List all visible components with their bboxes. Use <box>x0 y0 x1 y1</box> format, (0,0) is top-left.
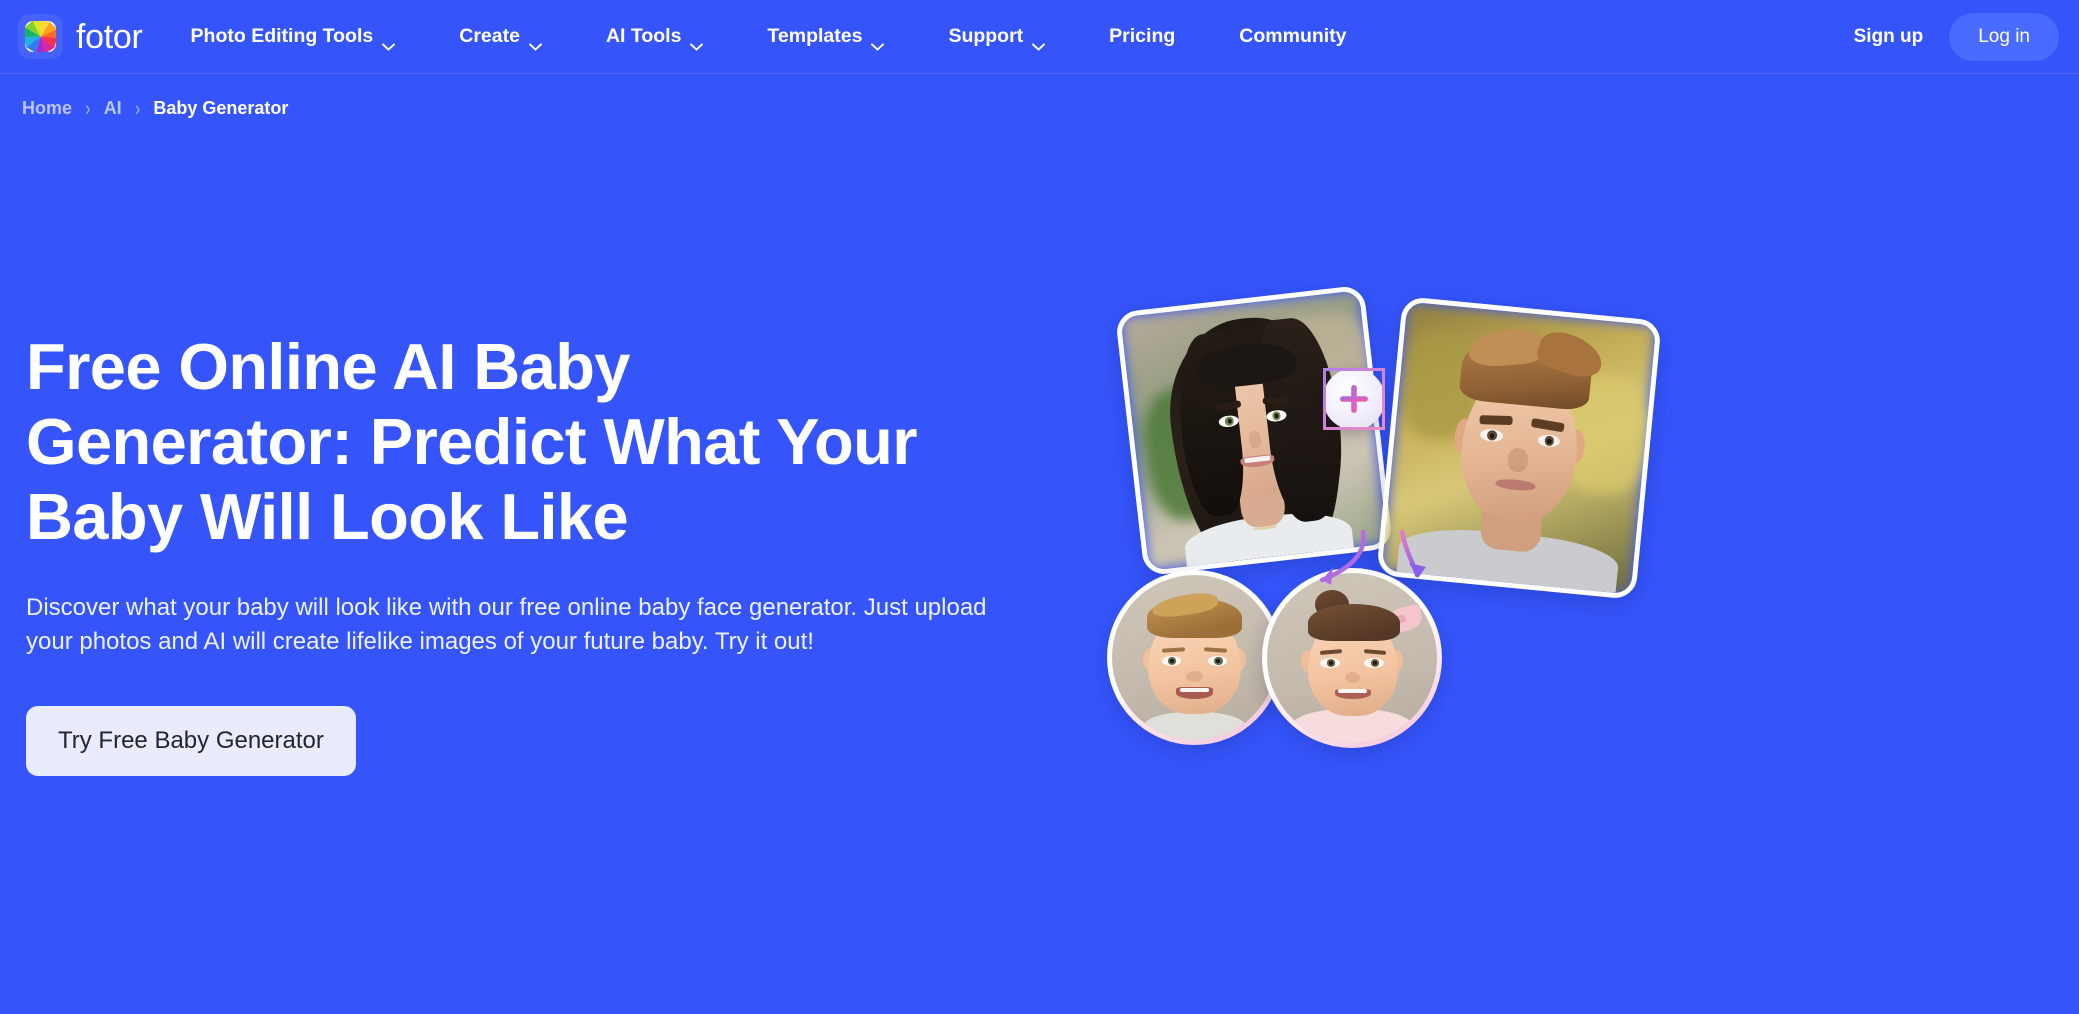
hero-subtitle: Discover what your baby will look like w… <box>26 594 987 656</box>
nav-links: Photo Editing Tools Create AI Tools Temp… <box>190 25 1347 51</box>
chevron-down-icon <box>1032 34 1046 51</box>
plus-icon <box>1323 368 1385 430</box>
baby-girl-photo[interactable] <box>1262 568 1442 748</box>
mother-photo[interactable] <box>1114 284 1394 577</box>
try-free-baby-generator-button[interactable]: Try Free Baby Generator <box>26 706 356 777</box>
nav-item-label: Support <box>948 25 1024 47</box>
nav-account-actions: Sign up Log in <box>1846 0 2059 74</box>
page-title: Free Online AI Baby Generator: Predict W… <box>26 330 918 553</box>
nav-item-label: Templates <box>767 25 863 47</box>
hero-illustration <box>1107 270 1857 970</box>
nav-item-label: Create <box>459 25 520 47</box>
log-in-button[interactable]: Log in <box>1949 13 2059 61</box>
brand-name: fotor <box>76 17 143 56</box>
breadcrumb-item-home[interactable]: Home <box>22 98 72 119</box>
chevron-right-icon: › <box>134 96 141 120</box>
father-photo[interactable] <box>1376 296 1662 600</box>
sign-up-link[interactable]: Sign up <box>1846 20 1932 54</box>
baby-boy-photo[interactable] <box>1107 570 1282 745</box>
nav-item-pricing[interactable]: Pricing <box>1109 25 1175 48</box>
chevron-down-icon <box>871 34 885 51</box>
chevron-down-icon <box>382 34 396 51</box>
top-navigation-bar: fotor Photo Editing Tools Create AI Tool… <box>0 0 2079 74</box>
nav-item-label: Photo Editing Tools <box>190 25 374 47</box>
page-root: fotor Photo Editing Tools Create AI Tool… <box>0 0 2079 1014</box>
nav-item-community[interactable]: Community <box>1239 25 1346 48</box>
color-wheel-icon <box>18 14 63 59</box>
chevron-down-icon <box>529 34 542 51</box>
nav-item-create[interactable]: Create <box>459 25 542 51</box>
breadcrumb: Home › AI › Baby Generator <box>22 96 289 120</box>
chevron-down-icon <box>690 34 704 51</box>
hero-text-block: Free Online AI Baby Generator: Predict W… <box>26 330 1086 777</box>
nav-item-templates[interactable]: Templates <box>767 25 885 51</box>
breadcrumb-item-current: Baby Generator <box>153 98 289 118</box>
chevron-right-icon: › <box>85 96 91 120</box>
breadcrumb-item-ai[interactable]: AI <box>104 98 122 119</box>
nav-item-label: Community <box>1239 25 1347 47</box>
nav-item-photo-editing-tools[interactable]: Photo Editing Tools <box>190 25 396 51</box>
nav-item-label: AI Tools <box>605 25 682 47</box>
nav-item-label: Pricing <box>1109 25 1176 47</box>
nav-item-ai-tools[interactable]: AI Tools <box>605 25 704 51</box>
nav-item-support[interactable]: Support <box>948 25 1046 51</box>
brand-home-link[interactable]: fotor <box>18 14 143 59</box>
